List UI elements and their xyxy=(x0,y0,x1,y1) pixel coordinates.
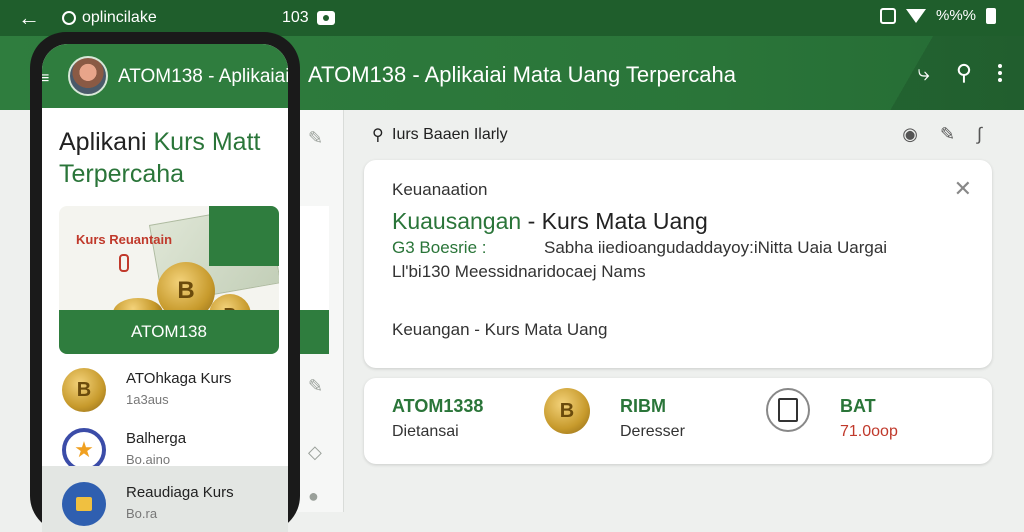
avatar[interactable] xyxy=(68,56,108,96)
status-time-group: 103 xyxy=(282,9,335,27)
link-icon: ✎ xyxy=(308,128,324,148)
search-text[interactable]: Iurs Baaen Ilarly xyxy=(392,126,508,144)
search-icon[interactable]: ⚲ xyxy=(956,60,972,86)
list-item-selected[interactable]: Reaudiaga Kurs Bo.ra xyxy=(42,466,288,532)
globe-icon: ● xyxy=(308,486,319,506)
wallet-icon xyxy=(62,482,106,526)
wifi-icon xyxy=(905,8,926,23)
list-item-subtitle: Bo.aino xyxy=(126,452,171,467)
info-card-footer: Keuangan - Kurs Mata Uang xyxy=(392,320,608,339)
phone-screen: ≡ ATOM138 - Aplikaiai Aplikani Kurs Matt… xyxy=(42,44,288,532)
back-arrow-icon[interactable]: ← xyxy=(18,5,40,31)
clip-icon xyxy=(119,254,129,272)
info-row-a-left: G3 Boesrie : xyxy=(392,238,487,257)
share-icon[interactable]: ⤷ xyxy=(918,60,930,86)
info-card-headline: Kuausangan - Kurs Mata Uang xyxy=(392,208,708,235)
stat-item[interactable]: RIBM Deresser xyxy=(620,396,685,441)
phone-app-title: ATOM138 - Aplikaiai xyxy=(118,66,288,87)
promo-card-label: Kurs Reuantain xyxy=(76,232,173,247)
list-item[interactable]: B ATOhkaga Kurs 1a3aus xyxy=(62,368,288,418)
diamond-icon: ◇ xyxy=(308,442,322,462)
promo-card[interactable]: Kurs Reuantain B B ATOM138 xyxy=(59,206,279,354)
tag-icon: ✎ xyxy=(308,376,324,396)
stat-value: ATOM1338 xyxy=(392,396,484,416)
phone-heading-b: Kurs Matt xyxy=(153,128,261,156)
status-right: %%% xyxy=(879,7,996,24)
stat-sub: Deresser xyxy=(620,423,685,440)
status-app: oplincilake xyxy=(62,9,157,27)
app-bar-actions: ⤷ ⚲ xyxy=(918,60,1002,86)
info-card-label: Keuanaation xyxy=(392,180,488,199)
list-item-title: ATOhkaga Kurs xyxy=(126,370,232,387)
search-row[interactable]: ⚲ Iurs Baaen Ilarly ◉ ✎ ∫ xyxy=(372,124,992,148)
edit-icon[interactable]: ✎ xyxy=(940,124,955,145)
info-row-a: G3 Boesrie : Sabha iiedioangudaddayoy:iN… xyxy=(392,238,887,258)
document-icon xyxy=(766,388,810,432)
stat-sub: Dietansai xyxy=(392,423,459,440)
stat-value: RIBM xyxy=(620,396,666,416)
notification-icon xyxy=(879,7,896,24)
status-bar: ← oplincilake 103 %%% xyxy=(0,0,1024,36)
app-ring-icon xyxy=(62,11,76,25)
search-small-icon: ⚲ xyxy=(372,127,384,144)
info-card: Keuanaation ✕ Kuausangan - Kurs Mata Uan… xyxy=(364,160,992,368)
status-app-name: oplincilake xyxy=(82,9,157,26)
phone-mockup: ≡ ATOM138 - Aplikaiai Aplikani Kurs Matt… xyxy=(30,32,300,532)
list-item-subtitle: Bo.ra xyxy=(126,506,158,521)
bitcoin-coin-icon: B xyxy=(544,388,590,434)
search-row-actions: ◉ ✎ ∫ xyxy=(902,124,982,145)
promo-card-accent xyxy=(209,206,279,266)
settings-icon[interactable]: ◉ xyxy=(902,124,918,145)
list-item-title: Reaudiaga Kurs xyxy=(126,484,234,501)
battery-icon xyxy=(986,7,996,24)
promo-card-band: ATOM138 xyxy=(59,310,279,354)
stat-sub: 71.0oop xyxy=(840,423,898,440)
stat-value: BAT xyxy=(840,396,876,416)
more-options-icon[interactable] xyxy=(998,64,1002,82)
headline-rest: - Kurs Mata Uang xyxy=(521,208,708,234)
app-bar-title: ATOM138 - Aplikaiai Mata Uang Terpercaha xyxy=(308,62,737,87)
list-item-subtitle: 1a3aus xyxy=(126,392,169,407)
status-time: 103 xyxy=(282,9,309,26)
stats-card: ATOM1338 Dietansai B RIBM Deresser BAT 7… xyxy=(364,378,992,464)
phone-heading-a: Aplikani xyxy=(59,128,154,156)
stat-item[interactable]: ATOM1338 Dietansai xyxy=(392,396,483,441)
stat-item[interactable]: BAT 71.0oop xyxy=(840,396,898,441)
record-icon xyxy=(316,11,335,25)
background-card xyxy=(297,206,329,354)
attach-icon[interactable]: ∫ xyxy=(977,124,982,145)
status-signal-text: %%% xyxy=(935,7,976,24)
headline-green: Kuausangan xyxy=(392,208,522,234)
phone-heading: Aplikani Kurs Matt Terpercaha xyxy=(59,126,260,190)
close-icon[interactable]: ✕ xyxy=(954,176,972,202)
phone-app-bar: ≡ ATOM138 - Aplikaiai xyxy=(42,44,288,108)
bitcoin-icon: B xyxy=(62,368,106,412)
info-row-b: Ll'bi130 Meessidnaridocaej Nams xyxy=(392,262,646,281)
menu-icon[interactable]: ≡ xyxy=(42,70,49,88)
phone-heading-line2: Terpercaha xyxy=(59,160,185,188)
info-row-a-right: Sabha iiedioangudaddayoy:iNitta Uaia Uar… xyxy=(544,238,888,257)
list-item-title: Balherga xyxy=(126,430,187,447)
